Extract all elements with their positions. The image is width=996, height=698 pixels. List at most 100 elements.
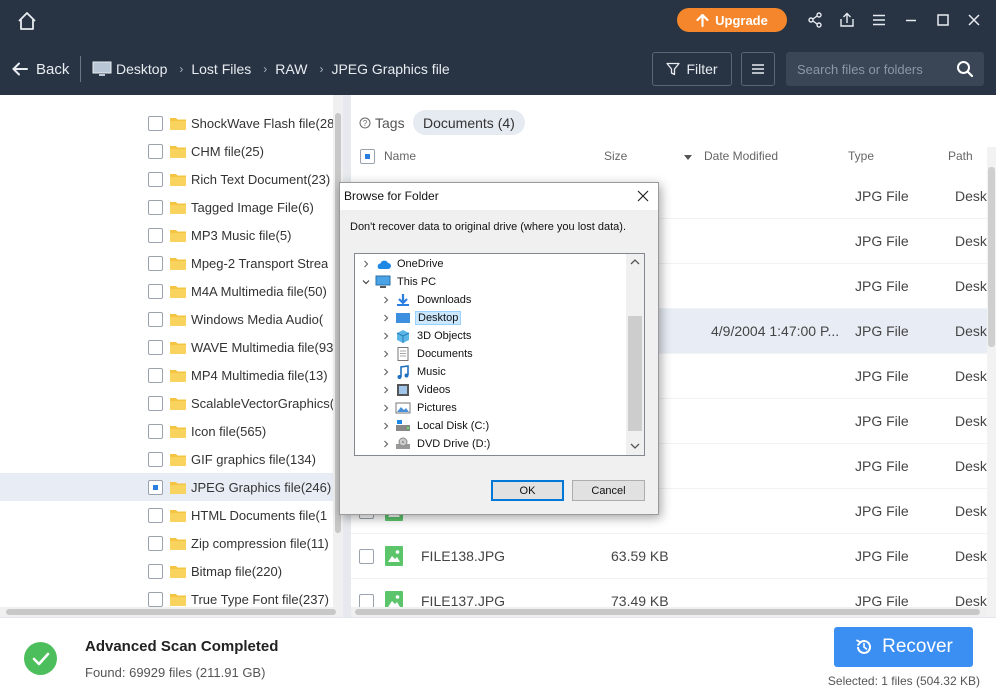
tree-item[interactable]: Windows Media Audio( (0, 305, 333, 333)
chevron-right-icon[interactable] (381, 295, 391, 305)
tree-horizontal-scrollbar[interactable] (0, 607, 343, 617)
breadcrumb-jpeg[interactable]: JPEG Graphics file (331, 61, 449, 77)
back-button[interactable]: Back (12, 58, 69, 80)
folder-tree-item[interactable]: 3D Objects (381, 327, 473, 345)
cancel-button[interactable]: Cancel (572, 480, 645, 501)
list-vertical-scrollbar[interactable] (987, 147, 996, 617)
tree-item-checkbox[interactable] (148, 339, 163, 355)
tree-item-checkbox[interactable] (148, 535, 163, 551)
tree-item[interactable]: CHM file(25) (0, 137, 333, 165)
tags-label[interactable]: ? Tags (359, 115, 405, 131)
tree-item-checkbox[interactable] (148, 115, 163, 131)
export-icon[interactable] (838, 11, 856, 29)
chevron-down-icon[interactable] (361, 277, 371, 287)
tree-item-checkbox[interactable] (148, 227, 163, 243)
folder-tree-item[interactable]: Downloads (381, 291, 473, 309)
scroll-thumb[interactable] (6, 609, 336, 615)
tree-item-checkbox[interactable] (148, 143, 163, 159)
folder-tree-item[interactable]: Documents (381, 345, 475, 363)
select-all-checkbox[interactable] (360, 149, 375, 164)
chevron-right-icon[interactable] (381, 403, 391, 413)
scroll-down-icon[interactable] (630, 442, 640, 450)
column-type[interactable]: Type (848, 149, 874, 163)
tree-item-checkbox[interactable] (148, 395, 163, 411)
filter-button[interactable]: Filter (652, 52, 732, 86)
tree-item[interactable]: MP3 Music file(5) (0, 221, 333, 249)
scroll-thumb[interactable] (628, 316, 642, 431)
folder-tree-item[interactable]: Videos (381, 381, 452, 399)
tree-item-checkbox[interactable] (148, 423, 163, 439)
ok-button[interactable]: OK (491, 480, 564, 501)
tree-item-checkbox[interactable] (148, 311, 163, 327)
tree-item[interactable]: Icon file(565) (0, 417, 333, 445)
tree-item-checkbox[interactable] (148, 199, 163, 215)
minimize-icon[interactable] (902, 11, 920, 29)
view-menu-button[interactable] (741, 52, 775, 86)
tree-item[interactable]: GIF graphics file(134) (0, 445, 333, 473)
home-icon[interactable] (16, 10, 38, 32)
search-input[interactable] (786, 61, 946, 77)
breadcrumb-raw[interactable]: RAW (275, 61, 307, 77)
maximize-icon[interactable] (934, 11, 952, 29)
chevron-right-icon[interactable] (361, 259, 371, 269)
column-size[interactable]: Size (604, 149, 627, 163)
folder-tree-item[interactable]: DVD Drive (D:) (381, 435, 492, 453)
tree-item[interactable]: Zip compression file(11) (0, 529, 333, 557)
folder-tree-item[interactable]: Pictures (381, 399, 459, 417)
chevron-right-icon[interactable] (381, 349, 391, 359)
breadcrumb-desktop[interactable]: Desktop (92, 61, 167, 77)
tree-item[interactable]: ScalableVectorGraphics( (0, 389, 333, 417)
chevron-right-icon[interactable] (381, 439, 391, 449)
recover-button[interactable]: Recover (834, 627, 973, 667)
list-horizontal-scrollbar[interactable] (351, 607, 987, 617)
folder-tree-item[interactable]: This PC (361, 273, 438, 291)
table-row[interactable]: FILE138.JPG 63.59 KB JPG File Deskt (351, 534, 991, 579)
tag-documents[interactable]: Documents (4) (413, 110, 525, 135)
close-icon[interactable] (965, 11, 983, 29)
folder-tree[interactable]: OneDrive This PC Downloads Desktop 3D Object… (354, 253, 645, 456)
tree-item-checkbox[interactable] (148, 563, 163, 579)
tree-item-checkbox[interactable] (148, 171, 163, 187)
column-path[interactable]: Path (948, 149, 973, 163)
row-checkbox[interactable] (359, 549, 374, 564)
tree-item-checkbox[interactable] (148, 451, 163, 467)
chevron-right-icon[interactable] (381, 313, 391, 323)
column-name[interactable]: Name (384, 149, 416, 163)
chevron-right-icon[interactable] (381, 421, 391, 431)
scroll-up-icon[interactable] (630, 258, 640, 266)
chevron-right-icon[interactable] (381, 367, 391, 377)
hamburger-menu-icon[interactable] (870, 11, 888, 29)
search-icon[interactable] (956, 60, 974, 78)
tree-item-checkbox[interactable] (148, 367, 163, 383)
tree-item[interactable]: WAVE Multimedia file(93 (0, 333, 333, 361)
sort-down-icon[interactable] (684, 155, 692, 161)
tree-item[interactable]: Rich Text Document(23) (0, 165, 333, 193)
scroll-thumb[interactable] (988, 167, 995, 347)
tree-item[interactable]: HTML Documents file(1 (0, 501, 333, 529)
tree-item[interactable]: Mpeg-2 Transport Strea (0, 249, 333, 277)
column-date-modified[interactable]: Date Modified (704, 149, 778, 163)
share-icon[interactable] (806, 11, 824, 29)
upgrade-button[interactable]: Upgrade (677, 8, 787, 32)
tree-item[interactable]: MP4 Multimedia file(13) (0, 361, 333, 389)
folder-tree-item[interactable]: Desktop (381, 309, 462, 327)
tree-item[interactable]: JPEG Graphics file(246) (0, 473, 333, 501)
tree-item[interactable]: Tagged Image File(6) (0, 193, 333, 221)
folder-tree-item[interactable]: Local Disk (C:) (381, 417, 491, 435)
folder-tree-scrollbar[interactable] (626, 254, 644, 455)
tree-item-checkbox[interactable] (148, 283, 163, 299)
tree-item-checkbox[interactable] (148, 591, 163, 607)
folder-tree-item[interactable]: OneDrive (361, 255, 445, 273)
breadcrumb-lost-files[interactable]: Lost Files (191, 61, 251, 77)
close-icon[interactable] (636, 189, 650, 203)
tree-item[interactable]: ShockWave Flash file(28) (0, 109, 333, 137)
dialog-titlebar[interactable]: Browse for Folder (340, 183, 658, 210)
tree-item[interactable]: M4A Multimedia file(50) (0, 277, 333, 305)
tree-item-checkbox[interactable] (148, 255, 163, 271)
chevron-right-icon[interactable] (381, 331, 391, 341)
tree-item-checkbox[interactable] (148, 507, 163, 523)
tree-item-checkbox[interactable] (148, 479, 163, 495)
folder-tree-item[interactable]: Music (381, 363, 448, 381)
chevron-right-icon[interactable] (381, 385, 391, 395)
scroll-thumb[interactable] (355, 609, 980, 615)
